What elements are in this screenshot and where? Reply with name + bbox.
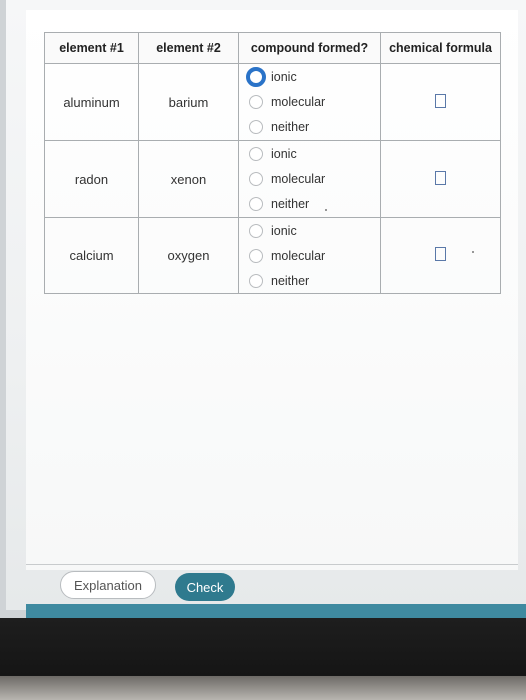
formula-cell <box>380 140 501 218</box>
header-chemical-formula: chemical formula <box>380 32 501 64</box>
option-neither[interactable]: neither <box>249 115 380 140</box>
compound-options: ionic molecular neither <box>238 217 381 294</box>
radio-selected-icon[interactable] <box>246 67 266 87</box>
radio-icon[interactable] <box>249 248 263 263</box>
monitor-edge <box>0 676 526 700</box>
formula-cell <box>380 217 501 294</box>
header-element-2: element #2 <box>138 32 239 64</box>
element-1-cell: aluminum <box>44 63 139 141</box>
radio-icon[interactable] <box>249 273 263 288</box>
option-label: molecular <box>271 95 326 109</box>
table-row: calcium oxygen ionic molecular neither <box>44 217 501 294</box>
option-neither[interactable]: neither <box>249 192 380 217</box>
element-1-cell: calcium <box>44 217 139 294</box>
element-1-cell: radon <box>44 140 139 218</box>
footer-divider <box>26 564 518 565</box>
radio-icon[interactable] <box>249 197 263 211</box>
table-row: aluminum barium ionic molecular neither <box>44 63 501 141</box>
option-label: molecular <box>271 248 326 263</box>
option-label: ionic <box>271 147 297 161</box>
formula-cell <box>380 63 501 141</box>
compound-table: element #1 element #2 compound formed? c… <box>44 32 501 294</box>
option-label: neither <box>271 273 310 288</box>
option-molecular[interactable]: molecular <box>249 167 380 192</box>
option-neither[interactable]: neither <box>249 268 380 293</box>
option-ionic[interactable]: ionic <box>249 142 380 167</box>
option-molecular[interactable]: molecular <box>249 90 380 115</box>
option-label: neither <box>271 120 310 134</box>
radio-icon[interactable] <box>249 172 263 186</box>
radio-icon[interactable] <box>249 223 263 238</box>
option-label: molecular <box>271 172 326 186</box>
option-label: ionic <box>271 223 297 238</box>
table-row: radon xenon ionic molecular neither <box>44 140 501 218</box>
compound-options: ionic molecular neither <box>238 63 381 141</box>
table-header-row: element #1 element #2 compound formed? c… <box>44 32 501 64</box>
compound-options: ionic molecular neither <box>238 140 381 218</box>
header-element-1: element #1 <box>44 32 139 64</box>
formula-input-box[interactable] <box>435 247 446 261</box>
option-ionic[interactable]: ionic <box>246 65 380 90</box>
stray-dot <box>325 209 327 211</box>
radio-icon[interactable] <box>249 95 263 109</box>
option-ionic[interactable]: ionic <box>249 218 380 243</box>
header-compound-formed: compound formed? <box>238 32 381 64</box>
check-button[interactable]: Check <box>175 573 235 601</box>
stray-dot <box>472 251 474 253</box>
element-2-cell: xenon <box>138 140 239 218</box>
explanation-button[interactable]: Explanation <box>60 571 156 599</box>
radio-icon[interactable] <box>249 120 263 134</box>
radio-icon[interactable] <box>249 147 263 161</box>
formula-input-box[interactable] <box>435 170 446 185</box>
element-2-cell: barium <box>138 63 239 141</box>
option-molecular[interactable]: molecular <box>249 243 380 268</box>
element-2-cell: oxygen <box>138 217 239 294</box>
option-label: ionic <box>271 70 297 84</box>
option-label: neither <box>271 197 310 211</box>
formula-input-box[interactable] <box>435 93 446 108</box>
